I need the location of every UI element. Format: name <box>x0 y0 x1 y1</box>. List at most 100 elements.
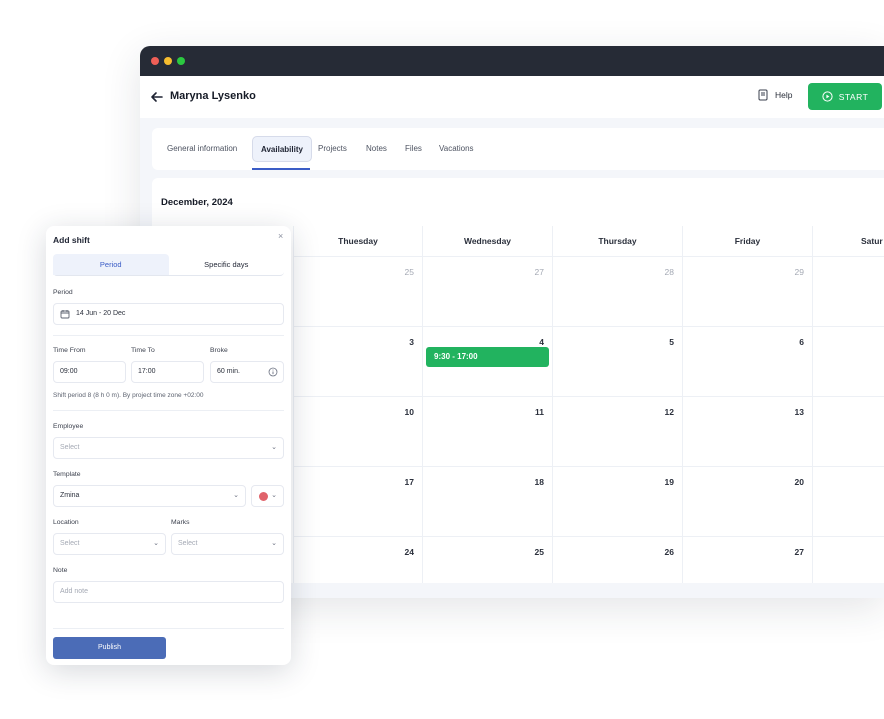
panel-title: Add shift <box>53 235 90 245</box>
calendar-day-cell[interactable]: 18 <box>422 466 552 536</box>
chevron-down-icon: ⌄ <box>233 492 239 499</box>
info-icon[interactable] <box>268 367 278 377</box>
employee-label: Employee <box>53 423 84 430</box>
day-number: 19 <box>664 477 674 487</box>
broke-input[interactable]: 60 min. <box>210 361 284 383</box>
help-label: Help <box>775 90 793 100</box>
chevron-down-icon: ⌄ <box>271 540 277 547</box>
divider <box>53 410 284 411</box>
start-button[interactable]: START <box>808 83 882 110</box>
day-number: 11 <box>535 407 544 417</box>
day-header-friday: Friday <box>682 226 812 256</box>
day-number: 4 <box>539 337 544 347</box>
calendar-day-cell[interactable]: 25 <box>293 256 422 326</box>
tab-general-information[interactable]: General information <box>167 128 237 170</box>
shift-period-hint: Shift period 8 (8 h 0 m). By project tim… <box>53 392 204 399</box>
template-color-select[interactable]: ⌄ <box>251 485 284 507</box>
profile-tabs: General information Availability Project… <box>152 128 884 170</box>
calendar-day-cell[interactable]: 17 <box>293 466 422 536</box>
start-label: START <box>838 91 869 102</box>
month-title: December, 2024 <box>161 197 233 208</box>
day-number: 25 <box>534 547 544 557</box>
calendar-day-cell[interactable] <box>812 326 884 396</box>
calendar-day-cell[interactable]: 28 <box>552 256 682 326</box>
minimize-window-dot[interactable] <box>164 57 172 65</box>
publish-button[interactable]: Publish <box>53 637 166 659</box>
period-field[interactable]: 14 Jun - 20 Dec <box>53 303 284 325</box>
marks-select[interactable]: Select ⌄ <box>171 533 284 555</box>
tab-availability[interactable]: Availability <box>252 136 312 162</box>
calendar-day-cell[interactable]: 27 <box>422 256 552 326</box>
template-value: Zmina <box>60 492 80 499</box>
chevron-down-icon: ⌄ <box>271 492 277 499</box>
shift-event[interactable]: 9:30 - 17:00 <box>426 347 549 367</box>
calendar-day-cell[interactable] <box>812 256 884 326</box>
calendar-day-cell[interactable] <box>812 536 884 583</box>
employee-placeholder: Select <box>60 444 80 451</box>
seg-period[interactable]: Period <box>53 254 169 275</box>
calendar-day-cell[interactable]: 25 <box>422 536 552 583</box>
calendar-day-cell[interactable]: 4 9:30 - 17:00 <box>422 326 552 396</box>
help-button[interactable]: Help <box>757 89 792 101</box>
calendar-day-cell[interactable]: 11 <box>422 396 552 466</box>
broke-value: 60 min. <box>217 368 240 375</box>
day-header-saturday: Satur <box>812 226 884 256</box>
calendar-day-cell[interactable]: 6 <box>682 326 812 396</box>
time-to-input[interactable]: 17:00 <box>131 361 204 383</box>
calendar-day-cell[interactable]: 29 <box>682 256 812 326</box>
day-number: 12 <box>664 407 674 417</box>
add-shift-panel: Add shift × Period Specific days Period … <box>46 226 291 665</box>
marks-label: Marks <box>171 519 190 526</box>
day-number: 28 <box>664 267 674 277</box>
calendar-day-cell[interactable]: 3 <box>293 326 422 396</box>
calendar-day-cell[interactable]: 12 <box>552 396 682 466</box>
calendar-icon <box>60 310 70 319</box>
calendar-day-cell[interactable]: 19 <box>552 466 682 536</box>
time-from-input[interactable]: 09:00 <box>53 361 126 383</box>
period-label: Period <box>53 289 73 296</box>
day-number: 18 <box>534 477 544 487</box>
close-icon[interactable]: × <box>278 231 283 241</box>
time-from-label: Time From <box>53 347 86 354</box>
note-label: Note <box>53 567 68 574</box>
note-input[interactable]: Add note <box>53 581 284 603</box>
calendar-day-cell[interactable]: 5 <box>552 326 682 396</box>
window-titlebar <box>140 46 884 76</box>
day-header-thursday: Thursday <box>552 226 682 256</box>
calendar-day-cell[interactable] <box>812 466 884 536</box>
marks-placeholder: Select <box>178 540 198 547</box>
calendar-day-cell[interactable]: 26 <box>552 536 682 583</box>
calendar-day-cell[interactable]: 20 <box>682 466 812 536</box>
seg-specific-days[interactable]: Specific days <box>169 254 285 275</box>
location-label: Location <box>53 519 79 526</box>
maximize-window-dot[interactable] <box>177 57 185 65</box>
shift-mode-switch: Period Specific days <box>53 254 284 276</box>
day-number: 29 <box>794 267 804 277</box>
tab-vacations[interactable]: Vacations <box>439 128 474 170</box>
calendar-day-cell[interactable]: 13 <box>682 396 812 466</box>
template-select[interactable]: Zmina ⌄ <box>53 485 246 507</box>
day-header-tuesday: Thuesday <box>293 226 422 256</box>
day-number: 20 <box>794 477 804 487</box>
calendar-day-cell[interactable]: 24 <box>293 536 422 583</box>
day-number: 13 <box>794 407 804 417</box>
tab-projects[interactable]: Projects <box>318 128 347 170</box>
calendar-day-cell[interactable]: 10 <box>293 396 422 466</box>
back-arrow-icon[interactable] <box>150 90 164 104</box>
day-number: 10 <box>404 407 414 417</box>
day-number: 25 <box>404 267 414 277</box>
divider <box>53 628 284 629</box>
tab-files[interactable]: Files <box>405 128 422 170</box>
calendar-day-cell[interactable]: 27 <box>682 536 812 583</box>
calendar-day-cell[interactable] <box>812 396 884 466</box>
employee-select[interactable]: Select ⌄ <box>53 437 284 459</box>
tab-notes[interactable]: Notes <box>366 128 387 170</box>
template-label: Template <box>53 471 81 478</box>
day-number: 26 <box>664 547 674 557</box>
active-tab-indicator <box>252 168 310 170</box>
close-window-dot[interactable] <box>151 57 159 65</box>
location-select[interactable]: Select ⌄ <box>53 533 166 555</box>
day-number: 17 <box>404 477 414 487</box>
location-placeholder: Select <box>60 540 80 547</box>
color-swatch <box>259 492 268 501</box>
